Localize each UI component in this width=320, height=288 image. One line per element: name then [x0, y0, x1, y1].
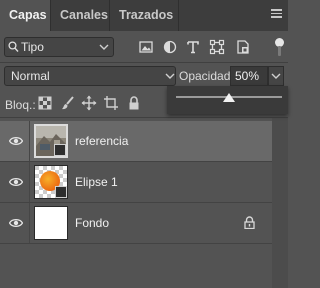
lock-transparent-pixels-icon[interactable]: [37, 95, 53, 111]
layer-name: Fondo: [75, 216, 110, 230]
lock-all-icon[interactable]: [126, 95, 142, 111]
layer-name: Elipse 1: [75, 175, 118, 189]
opacity-input[interactable]: 50%: [230, 66, 268, 86]
layer-name: referencia: [75, 134, 129, 148]
tab-trazados[interactable]: Trazados: [110, 0, 178, 31]
filter-toggle-track: [278, 46, 281, 56]
type-filter-icon[interactable]: [185, 39, 201, 55]
layers-scrollbar[interactable]: [272, 118, 288, 288]
opacity-slider-popup: [167, 86, 288, 114]
tab-capas[interactable]: Capas: [0, 0, 50, 31]
panel-menu-icon[interactable]: [271, 9, 282, 19]
layers-panel: Capas Canales Trazados Tipo Normal Opaci…: [0, 0, 288, 288]
tab-canales[interactable]: Canales: [51, 0, 109, 31]
layer-filter-value: Tipo: [21, 40, 44, 54]
eye-icon[interactable]: [9, 217, 23, 229]
visibility-column-divider: [29, 203, 30, 243]
search-icon: [8, 41, 19, 52]
adjustment-filter-icon[interactable]: [162, 39, 178, 55]
lock-label: Bloq.:: [5, 98, 36, 112]
smart-object-badge: [54, 144, 66, 156]
opacity-dropdown-button[interactable]: [268, 66, 284, 86]
visibility-column-divider: [29, 121, 30, 161]
layer-row-referencia[interactable]: referencia: [0, 121, 272, 161]
layer-thumbnail: [34, 165, 68, 199]
lock-icon: [244, 216, 255, 229]
shape-layer-badge: [55, 186, 67, 198]
layer-divider: [0, 243, 272, 244]
chevron-down-icon: [271, 73, 281, 79]
lock-position-icon[interactable]: [81, 95, 97, 111]
image-filter-icon[interactable]: [138, 39, 154, 55]
visibility-column-divider: [29, 162, 30, 202]
blend-mode-value: Normal: [11, 69, 50, 83]
layer-filter-select[interactable]: Tipo: [4, 37, 114, 57]
chevron-down-icon: [99, 44, 109, 50]
tab-divider: [178, 0, 179, 31]
eye-icon[interactable]: [9, 176, 23, 188]
lock-image-pixels-icon[interactable]: [60, 95, 76, 111]
row-divider: [0, 62, 288, 63]
chevron-down-icon: [165, 73, 175, 79]
layer-thumbnail: [34, 124, 68, 158]
eye-icon[interactable]: [9, 135, 23, 147]
lock-artboard-icon[interactable]: [103, 95, 119, 111]
blend-mode-select[interactable]: Normal: [4, 66, 176, 86]
layer-thumbnail: [34, 206, 68, 240]
smart-object-filter-icon[interactable]: [235, 39, 251, 55]
opacity-slider-thumb[interactable]: [223, 93, 235, 102]
shape-filter-icon[interactable]: [209, 39, 225, 55]
panel-tab-bar: Capas Canales Trazados: [0, 0, 288, 31]
opacity-label: Opacidad:: [179, 69, 234, 83]
layer-row-fondo[interactable]: Fondo: [0, 203, 272, 243]
layer-row-elipse-1[interactable]: Elipse 1: [0, 162, 272, 202]
row-divider: [0, 117, 288, 118]
